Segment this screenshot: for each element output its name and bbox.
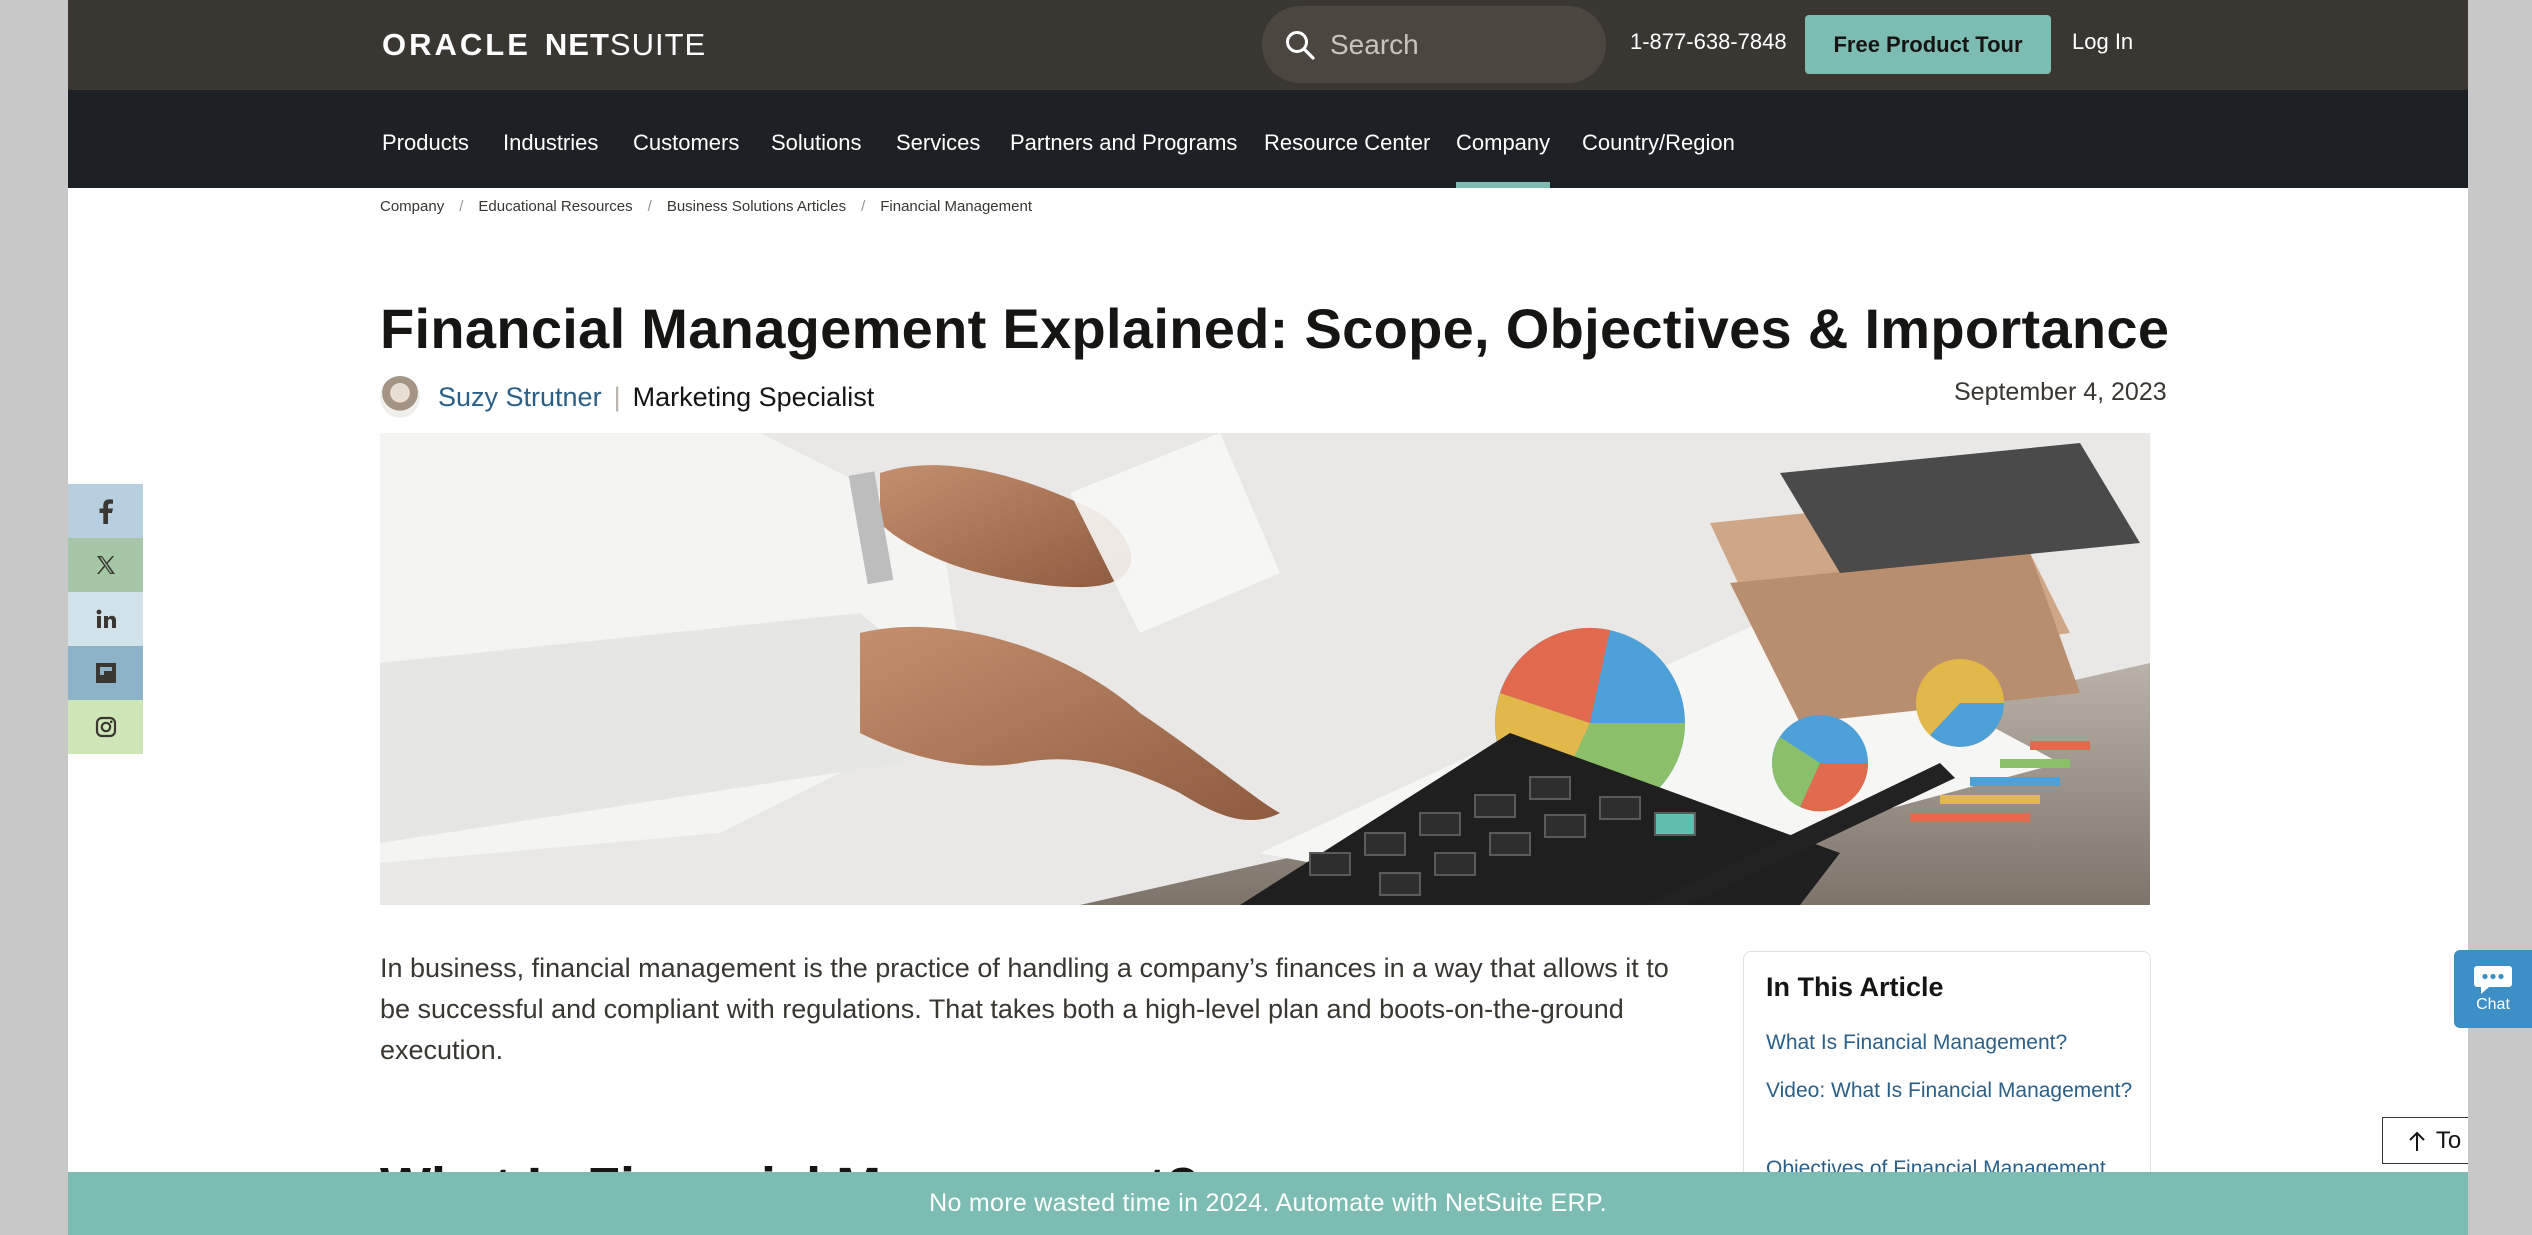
breadcrumb-separator: / — [861, 198, 866, 215]
flipboard-share-button[interactable] — [68, 646, 143, 700]
hero-illustration — [380, 433, 2150, 905]
author-avatar — [380, 376, 420, 418]
search-icon — [1286, 30, 1315, 60]
top-bar: ORACLE NETSUITE 1-877-638-7848 Free Prod… — [68, 0, 2468, 90]
breadcrumb-company[interactable]: Company — [380, 198, 444, 215]
logo-suite-text: SUITE — [609, 27, 707, 62]
to-top-label: To Top — [2435, 1126, 2468, 1154]
chat-bubble-icon — [2474, 966, 2512, 994]
promo-banner[interactable]: No more wasted time in 2024. Automate wi… — [68, 1172, 2468, 1235]
social-share-bar — [68, 484, 143, 754]
breadcrumb-educational-resources[interactable]: Educational Resources — [478, 198, 632, 215]
linkedin-share-button[interactable] — [68, 592, 143, 646]
facebook-share-button[interactable] — [68, 484, 143, 538]
author-separator: | — [613, 381, 621, 412]
nav-item-partners-and-programs[interactable]: Partners and Programs — [1010, 130, 1237, 156]
nav-item-country-region[interactable]: Country/Region — [1582, 130, 1735, 156]
nav-item-services[interactable]: Services — [896, 130, 980, 156]
page: ORACLE NETSUITE 1-877-638-7848 Free Prod… — [68, 0, 2468, 1235]
x-icon — [96, 556, 115, 574]
toc-link-video[interactable]: Video: What Is Financial Management? — [1766, 1076, 2136, 1106]
to-top-button[interactable]: To Top — [2382, 1117, 2468, 1164]
search-box[interactable] — [1262, 6, 1606, 83]
article-intro: In business, financial management is the… — [380, 953, 1669, 1065]
nav-item-solutions[interactable]: Solutions — [771, 130, 862, 156]
author-name-link[interactable]: Suzy Strutner — [438, 382, 602, 413]
toc-link-what-is[interactable]: What Is Financial Management? — [1766, 1028, 2136, 1058]
breadcrumb-financial-management[interactable]: Financial Management — [880, 198, 1032, 215]
main-nav: Products Industries Customers Solutions … — [68, 90, 2468, 188]
phone-number-link[interactable]: 1-877-638-7848 — [1630, 29, 1787, 55]
author-role: Marketing Specialist — [632, 381, 875, 412]
article-title: Financial Management Explained: Scope, O… — [380, 297, 2170, 360]
breadcrumb-separator: / — [459, 198, 464, 215]
linkedin-icon — [96, 609, 116, 628]
instagram-share-button[interactable] — [68, 700, 143, 754]
instagram-icon — [95, 716, 116, 738]
facebook-icon — [99, 499, 113, 524]
nav-item-resource-center[interactable]: Resource Center — [1264, 130, 1430, 156]
breadcrumb: Company / Educational Resources / Busine… — [380, 198, 1032, 215]
toc-heading: In This Article — [1766, 972, 1944, 1002]
author-row: Suzy Strutner | Marketing Specialist — [380, 376, 874, 418]
breadcrumb-separator: / — [647, 198, 652, 215]
logo-oracle-text: ORACLE — [382, 27, 531, 62]
hero-image — [380, 433, 2150, 905]
chat-label: Chat — [2476, 996, 2510, 1013]
logo-net-text: NET — [544, 27, 610, 62]
nav-item-customers[interactable]: Customers — [633, 130, 739, 156]
chat-button[interactable]: Chat — [2454, 950, 2532, 1028]
breadcrumb-business-solutions-articles[interactable]: Business Solutions Articles — [667, 198, 846, 215]
oracle-netsuite-logo[interactable]: ORACLE NET SUITE — [382, 26, 706, 64]
nav-item-products[interactable]: Products — [382, 130, 469, 156]
arrow-up-icon — [2409, 1131, 2425, 1151]
publish-date: September 4, 2023 — [1954, 378, 2167, 406]
nav-item-company[interactable]: Company — [1456, 130, 1551, 188]
search-input[interactable] — [1330, 28, 1570, 61]
flipboard-icon — [95, 663, 116, 683]
x-share-button[interactable] — [68, 538, 143, 592]
free-product-tour-button[interactable]: Free Product Tour — [1805, 15, 2051, 74]
nav-item-industries[interactable]: Industries — [503, 130, 598, 156]
login-link[interactable]: Log In — [2072, 29, 2133, 55]
